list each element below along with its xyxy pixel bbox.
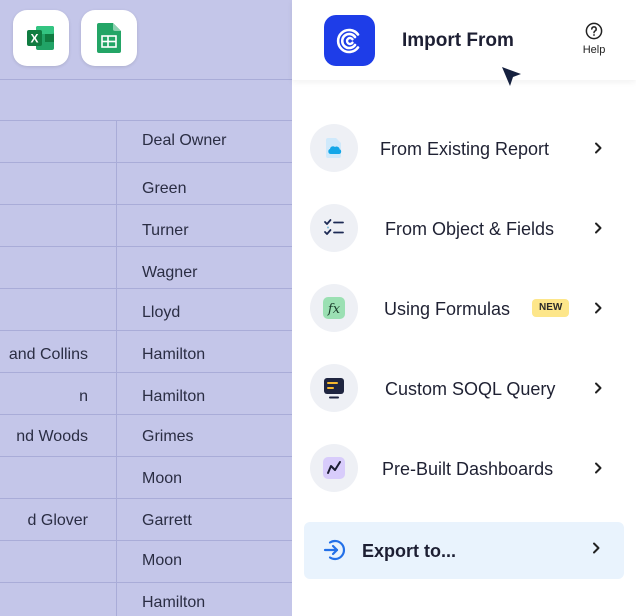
mouse-cursor-icon: [502, 67, 521, 86]
menu-item-dashboards[interactable]: Pre-Built Dashboards: [308, 442, 624, 494]
table-cell: d Glover: [27, 512, 88, 529]
table-cell: Green: [142, 180, 187, 197]
export-arrow-icon: [323, 539, 346, 561]
table-cell: Turner: [142, 222, 189, 239]
export-label: Export to...: [362, 541, 456, 561]
salesforce-cloud-icon: [326, 138, 342, 158]
menu-icon-bubble: fx: [310, 284, 358, 332]
chevron-right-icon: [590, 379, 606, 397]
table-cell: and Collins: [8, 346, 88, 363]
grid-line: [0, 414, 292, 415]
grid-line: [0, 288, 292, 289]
column-divider: [116, 120, 117, 616]
menu-label: From Object & Fields: [385, 219, 555, 239]
new-badge: NEW: [532, 299, 570, 317]
brand-logo-icon: [336, 28, 359, 53]
chevron-right-icon: [590, 459, 606, 477]
grid-line: [0, 246, 292, 247]
table-cell: Garrett: [142, 512, 192, 529]
checklist-icon: [324, 219, 344, 235]
excel-app-button[interactable]: X: [13, 10, 69, 66]
table-cell: Hamilton: [142, 594, 206, 611]
menu-icon-bubble: [310, 364, 358, 412]
spreadsheet-background: X Deal Owner Green Turner Wagner Lloyd a…: [0, 0, 292, 616]
grid-line: [0, 204, 292, 205]
table-cell: n: [79, 388, 88, 405]
table-cell: nd Woods: [16, 428, 88, 445]
menu-label: Custom SOQL Query: [385, 379, 556, 399]
table-cell: Moon: [142, 470, 183, 487]
grid-line: [0, 498, 292, 499]
column-header-deal-owner: Deal Owner: [142, 132, 227, 149]
chevron-right-icon: [590, 219, 606, 237]
table-cell: Grimes: [142, 428, 194, 445]
svg-text:fx: fx: [327, 302, 341, 317]
formula-fx-icon: fx: [323, 297, 345, 319]
google-sheets-icon: [97, 23, 121, 53]
grid-line: [0, 372, 292, 373]
export-to-button[interactable]: Export to...: [304, 522, 624, 579]
grid-line: [0, 79, 292, 80]
menu-item-object-fields[interactable]: From Object & Fields: [308, 202, 624, 254]
menu-label: Using Formulas: [384, 299, 511, 319]
excel-icon: X: [27, 26, 54, 50]
menu-label: Pre-Built Dashboards: [382, 459, 554, 479]
grid-line: [0, 120, 292, 121]
help-label: Help: [582, 44, 606, 56]
menu-item-existing-report[interactable]: From Existing Report: [308, 122, 624, 174]
table-cell: Moon: [142, 552, 183, 569]
chevron-right-icon: [590, 299, 606, 317]
app-logo: [324, 15, 375, 66]
help-button[interactable]: Help: [578, 22, 610, 56]
sheet-toolbar: X: [0, 0, 292, 80]
import-panel: Import From Help From Existing Report Fr…: [292, 0, 636, 616]
menu-item-soql-query[interactable]: Custom SOQL Query: [308, 362, 624, 414]
grid-line: [0, 330, 292, 331]
table-cell: Wagner: [142, 264, 198, 281]
grid-line: [0, 582, 292, 583]
menu-item-formulas[interactable]: fx Using Formulas NEW: [308, 282, 624, 334]
menu-icon-bubble: [310, 124, 358, 172]
excel-icon-letter: X: [30, 32, 38, 46]
grid-line: [0, 162, 292, 163]
panel-header: Import From Help: [292, 0, 636, 80]
table-cell: Hamilton: [142, 388, 206, 405]
help-icon: [585, 22, 603, 40]
terminal-icon: [324, 378, 344, 399]
chevron-right-icon: [590, 139, 606, 157]
grid-line: [0, 456, 292, 457]
table-cell: Lloyd: [142, 304, 181, 321]
chevron-right-icon: [593, 542, 600, 554]
google-sheets-app-button[interactable]: [81, 10, 137, 66]
panel-title: Import From: [402, 30, 514, 51]
menu-icon-bubble: [310, 204, 358, 252]
chart-line-icon: [323, 457, 345, 479]
menu-label: From Existing Report: [380, 139, 550, 159]
grid-line: [0, 540, 292, 541]
table-cell: Hamilton: [142, 346, 206, 363]
menu-icon-bubble: [310, 444, 358, 492]
